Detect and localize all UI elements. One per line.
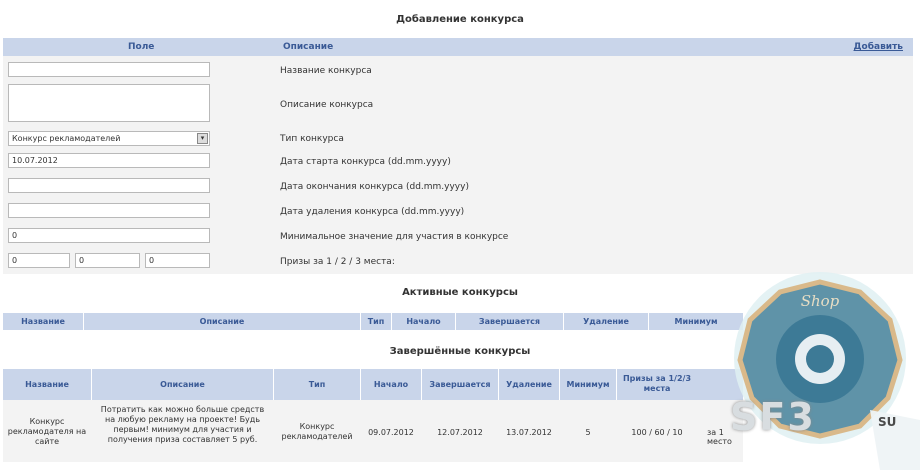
finished-col-start: Начало <box>373 380 409 389</box>
contest-type-value: Конкурс рекламодателей <box>12 134 121 143</box>
contest-name-input[interactable] <box>8 62 210 77</box>
active-col-start: Начало <box>406 317 441 326</box>
contest-type-select[interactable]: Конкурс рекламодателей ▾ <box>8 131 210 146</box>
sf3-brand-text: SF3 <box>730 395 816 439</box>
description-column-header: Описание <box>283 42 334 52</box>
finished-row-prizes: 100 / 60 / 10 <box>631 428 683 437</box>
finished-col-end: Завершается <box>429 380 491 389</box>
end-date-label: Дата окончания конкурса (dd.mm.yyyy) <box>280 182 469 192</box>
finished-col-type: Тип <box>308 380 326 389</box>
prizes-label: Призы за 1 / 2 / 3 места: <box>280 257 395 267</box>
finished-row-type: Конкурс рекламодателей <box>281 422 353 441</box>
prize-first-input[interactable]: 0 <box>8 253 70 268</box>
active-col-description: Описание <box>199 317 245 326</box>
active-col-delete: Удаление <box>583 317 629 326</box>
contest-description-label: Описание конкурса <box>280 100 374 110</box>
active-col-type: Тип <box>367 317 385 326</box>
chevron-down-icon[interactable]: ▾ <box>197 133 208 144</box>
finished-col-delete: Удаление <box>506 380 552 389</box>
finished-contests-header: Название Описание Тип Начало Завершается… <box>3 369 743 400</box>
sf3-logo: Shop SF3 SU <box>720 270 920 470</box>
finished-col-minimum: Минимум <box>566 380 610 389</box>
contest-name-label: Название конкурса <box>280 66 372 76</box>
add-contest-title: Добавление конкурса <box>396 14 524 25</box>
finished-col-prizes: Призы за 1/2/3 места <box>622 374 692 393</box>
finished-row-delete: 13.07.2012 <box>506 428 552 437</box>
prize-second-input[interactable]: 0 <box>75 253 140 268</box>
contest-type-label: Тип конкурса <box>280 134 344 144</box>
prize-third-input[interactable]: 0 <box>145 253 210 268</box>
finished-row-name: Конкурс рекламодателя на сайте <box>7 417 87 446</box>
finished-col-name: Название <box>25 380 69 389</box>
finished-row-minimum: 5 <box>585 428 591 437</box>
gear-icon: Shop <box>734 272 920 470</box>
active-contests-header: Название Описание Тип Начало Завершается… <box>3 313 743 330</box>
add-contest-link[interactable]: Добавить <box>854 42 903 52</box>
start-date-label: Дата старта конкурса (dd.mm.yyyy) <box>280 157 451 167</box>
shop-text: Shop <box>801 292 840 310</box>
field-column-header: Поле <box>128 42 155 52</box>
table-row: Конкурс рекламодателя на сайте Потратить… <box>3 400 743 462</box>
finished-row-end: 12.07.2012 <box>437 428 483 437</box>
start-date-input[interactable]: 10.07.2012 <box>8 153 210 168</box>
active-col-name: Название <box>21 317 65 326</box>
add-contest-form: Название конкурса Описание конкурса Конк… <box>3 56 913 274</box>
finished-row-start: 09.07.2012 <box>368 428 414 437</box>
delete-date-label: Дата удаления конкурса (dd.mm.yyyy) <box>280 207 465 217</box>
minimum-value-input[interactable]: 0 <box>8 228 210 243</box>
contest-description-textarea[interactable] <box>8 84 210 122</box>
finished-row-description: Потратить как можно больше средств на лю… <box>100 405 265 444</box>
delete-date-input[interactable] <box>8 203 210 218</box>
minimum-value-label: Минимальное значение для участия в конку… <box>280 232 509 242</box>
end-date-input[interactable] <box>8 178 210 193</box>
add-form-header: Поле Описание Добавить <box>3 38 913 56</box>
su-suffix-text: SU <box>878 415 897 429</box>
finished-col-description: Описание <box>160 380 205 389</box>
active-col-end: Завершается <box>478 317 541 326</box>
